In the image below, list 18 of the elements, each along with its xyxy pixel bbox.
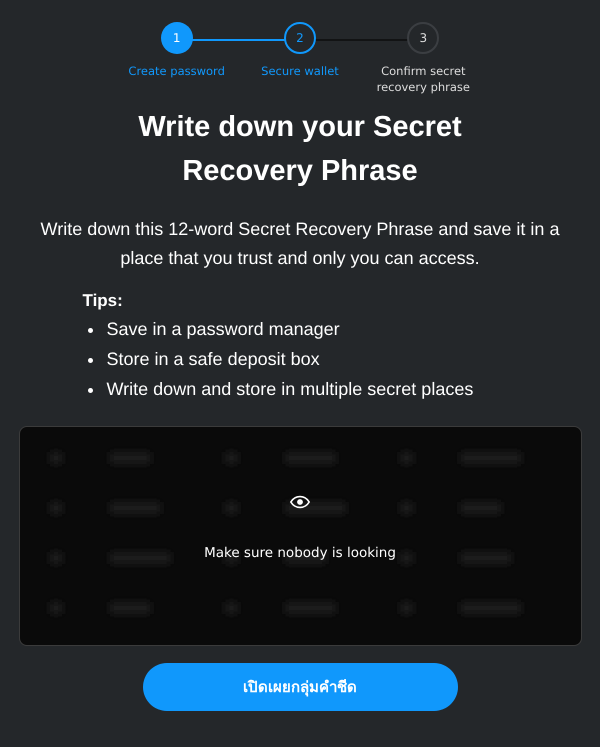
step-label: Confirm secret recovery phrase <box>376 63 472 95</box>
step-circle: 2 <box>284 22 316 54</box>
description: Write down this 12-word Secret Recovery Phrase and save it in a place that you trust and only you can access. <box>40 218 560 270</box>
tips-heading: Tips: <box>82 291 124 311</box>
bullet-icon <box>88 358 92 363</box>
step-label: Secure wallet <box>260 63 340 79</box>
step-label: Create password <box>127 63 226 79</box>
step-circle: 3 <box>407 22 440 54</box>
tip-item: Write down and store in multiple secret places <box>84 374 518 404</box>
bullet-icon <box>88 388 92 393</box>
reveal-button[interactable]: เปิดเผยกลุ่มคำชีด <box>142 663 458 711</box>
page-title: Write down your Secret Recovery Phrase <box>137 110 463 189</box>
bullet-icon <box>88 328 92 333</box>
step-circle: 1 <box>160 22 193 54</box>
eye-icon <box>290 495 310 509</box>
tip-item: Store in a safe deposit box <box>84 344 518 374</box>
warning-text: Make sure nobody is looking <box>204 545 396 561</box>
tip-item: Save in a password manager <box>84 314 518 344</box>
